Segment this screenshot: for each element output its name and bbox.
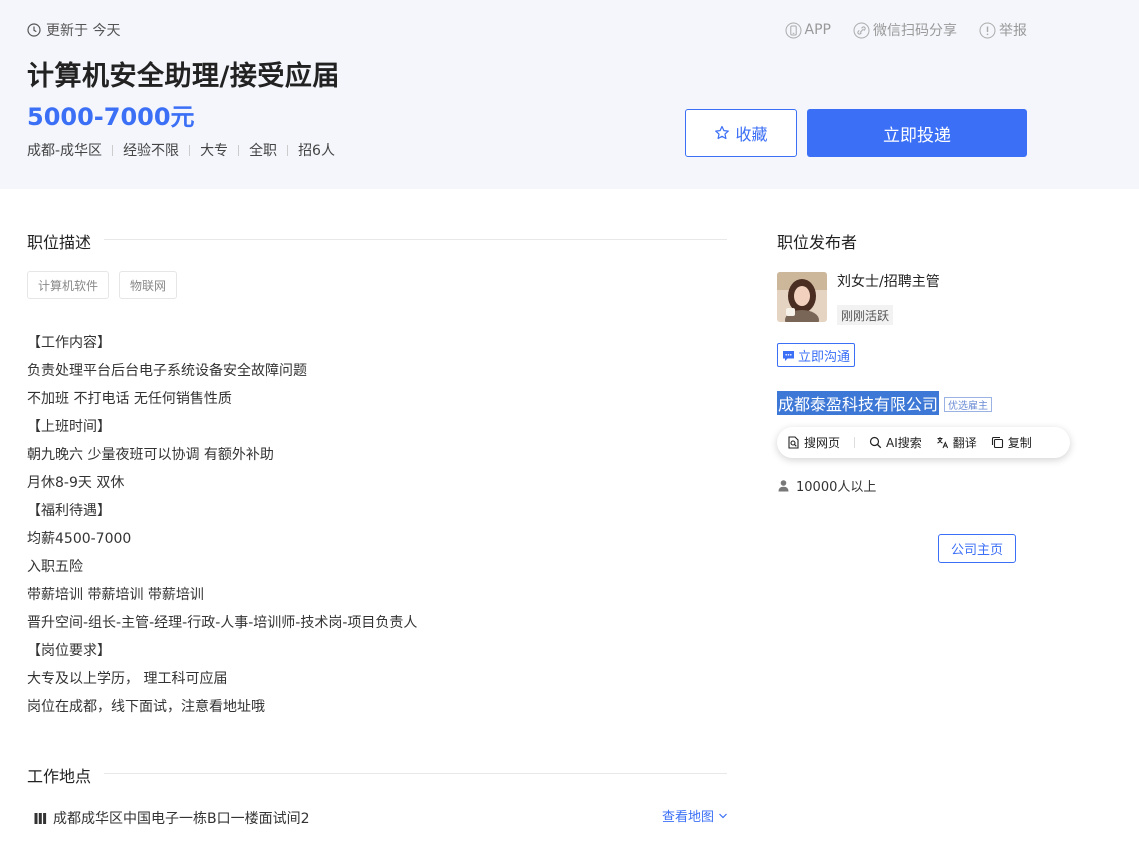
meta-divider [112,144,114,156]
copy-button[interactable]: 复制 [991,434,1032,451]
chat-label: 立即沟通 [798,349,851,365]
apply-button[interactable]: 立即投递 [807,109,1027,157]
view-map-link[interactable]: 查看地图 [662,806,728,825]
meta-divider [238,144,240,156]
company-size: 10000人以上 [777,476,876,495]
phone-icon [785,22,802,38]
tag-iot: 物联网 [119,271,178,299]
toolbar-divider [854,437,856,448]
copy-icon [991,436,1003,449]
web-search-icon [788,436,799,449]
building-icon [34,812,47,824]
job-description: 【工作内容】 负责处理平台后台电子系统设备安全故障问题 不加班 不打电话 无任何… [27,329,727,721]
star-icon [715,125,730,140]
industry-tags: 计算机软件 物联网 [27,271,178,299]
search-web-label: 搜网页 [804,436,841,450]
map-label: 查看地图 [662,810,715,825]
description-line: 均薪4500-7000 [27,531,132,547]
job-title: 计算机安全助理/接受应届 [27,61,340,92]
share-icon [853,22,870,38]
job-meta: 成都-成华区 经验不限 大专 全职 招6人 [27,140,335,160]
app-link[interactable]: APP [785,20,831,40]
meta-education: 大专 [200,143,229,159]
recruiter-name: 刘女士/招聘主管 [837,274,940,290]
description-line: 晋升空间-组长-主管-经理-行政-人事-培训师-技术岗-项目负责人 [27,615,418,631]
search-web-button[interactable]: 搜网页 [787,434,840,451]
work-address: 成都成华区中国电子一栋B口一楼面试间2 [34,808,310,828]
section-divider [104,773,727,774]
app-label: APP [804,22,831,38]
description-line: 朝九晚六 少量夜班可以协调 有额外补助 [27,447,274,463]
meta-city: 成都-成华区 [27,143,103,159]
favorite-label: 收藏 [735,125,768,144]
ai-search-button[interactable]: AI搜索 [869,434,922,451]
meta-job-type: 全职 [249,143,278,159]
chat-icon [783,350,794,361]
location-title: 工作地点 [27,767,92,786]
translate-label: 翻译 [952,436,977,450]
meta-headcount: 招6人 [298,143,335,159]
updated-label: 更新于 今天 [46,23,121,39]
description-line: 【上班时间】 [27,419,111,435]
chevron-down-icon [719,813,727,818]
description-title: 职位描述 [27,233,92,252]
company-name[interactable]: 成都泰盈科技有限公司 [777,391,940,415]
clock-icon [27,23,41,37]
company-size-text: 10000人以上 [796,480,877,495]
share-label: 微信扫码分享 [873,23,957,39]
translate-button[interactable]: 翻译 [936,434,977,451]
person-icon [778,480,789,492]
address-text: 成都成华区中国电子一栋B口一楼面试间2 [53,811,310,827]
description-line: 大专及以上学历， 理工科可应届 [27,671,228,687]
description-line: 负责处理平台后台电子系统设备安全故障问题 [27,363,307,379]
description-line: 【岗位要求】 [27,643,111,659]
description-line: 【工作内容】 [27,335,111,351]
company-homepage-button[interactable]: 公司主页 [938,534,1016,563]
translate-icon [937,437,948,449]
favorite-button[interactable]: 收藏 [685,109,797,157]
publisher-title: 职位发布者 [777,233,858,252]
salary: 5000-7000元 [27,103,195,131]
description-line: 岗位在成都，线下面试，注意看地址哦 [27,699,265,715]
section-divider [104,239,727,240]
meta-divider [287,144,289,156]
wechat-share-link[interactable]: 微信扫码分享 [853,20,957,40]
description-line: 带薪培训 带薪培训 带薪培训 [27,587,204,603]
avatar-photo [777,272,827,322]
report-label: 举报 [999,23,1027,39]
report-icon [979,22,996,38]
description-line: 月休8-9天 双休 [27,475,125,491]
tag-computer-software: 计算机软件 [27,271,110,299]
copy-label: 复制 [1007,436,1032,450]
avatar [777,272,827,322]
ai-search-label: AI搜索 [886,436,922,450]
meta-divider [189,144,191,156]
selection-toolbar: 搜网页 AI搜索 翻译 复制 [777,427,1070,458]
premium-employer-badge: 优选雇主 [944,397,992,412]
search-icon [869,436,882,449]
description-line: 入职五险 [27,559,83,575]
report-link[interactable]: 举报 [979,20,1027,40]
description-line: 不加班 不打电话 无任何销售性质 [27,391,232,407]
description-line: 【福利待遇】 [27,503,111,519]
job-header: 更新于 今天 计算机安全助理/接受应届 5000-7000元 成都-成华区 经验… [0,0,1139,189]
top-actions: APP 微信扫码分享 举报 [785,20,1027,40]
update-info: 更新于 今天 [27,20,120,40]
active-status: 刚刚活跃 [837,305,894,325]
chat-now-button[interactable]: 立即沟通 [777,343,856,367]
meta-experience: 经验不限 [123,143,180,159]
